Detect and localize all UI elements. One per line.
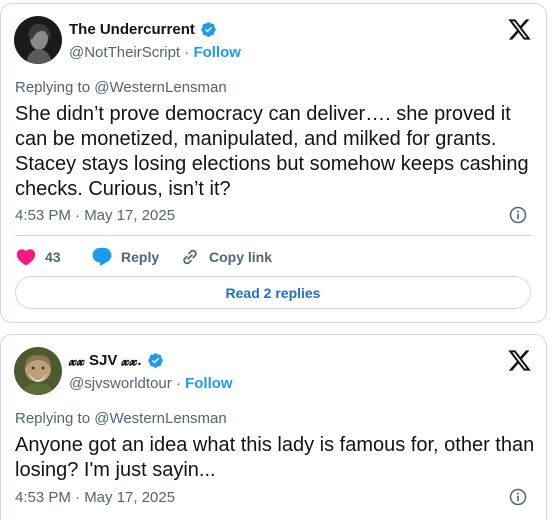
replying-to: Replying to @WesternLensman xyxy=(15,79,227,96)
avatar[interactable] xyxy=(14,16,62,64)
tweet-text: She didn’t prove democracy can deliver….… xyxy=(15,103,529,200)
copy-link-label: Copy link xyxy=(209,249,273,265)
info-icon[interactable] xyxy=(508,205,528,225)
verified-badge-icon xyxy=(201,22,216,37)
link-icon xyxy=(183,249,197,265)
copy-link-button[interactable]: Copy link xyxy=(179,246,272,268)
display-name[interactable]: The Undercurrent xyxy=(69,21,195,38)
timestamp[interactable]: 4:53 PM · May 17, 2025 xyxy=(15,489,175,506)
handle[interactable]: @sjvsworldtour xyxy=(69,375,172,392)
avatar-image xyxy=(14,347,62,395)
handle-row: @NotTheirScript · Follow xyxy=(69,44,241,61)
verified-badge-icon xyxy=(147,353,163,368)
handle[interactable]: @NotTheirScript xyxy=(69,44,180,61)
tweet-card[interactable]: 𝔁𝔁 SJV 𝔁𝔁. @sjvsworldtour · Follow Reply… xyxy=(0,334,547,520)
tweet-card[interactable]: The Undercurrent @NotTheirScript · Follo… xyxy=(0,3,547,323)
timestamp[interactable]: 4:53 PM · May 17, 2025 xyxy=(15,207,175,224)
read-replies-button[interactable]: Read 2 replies xyxy=(15,276,531,309)
tweet-text: Anyone got an idea what this lady is fam… xyxy=(15,434,535,481)
info-icon[interactable] xyxy=(508,487,528,507)
reply-label: Reply xyxy=(121,249,160,265)
x-logo-icon[interactable] xyxy=(507,348,532,373)
replying-to: Replying to @WesternLensman xyxy=(15,410,227,427)
avatar[interactable] xyxy=(14,347,62,395)
separator: · xyxy=(184,44,190,61)
display-name[interactable]: 𝔁𝔁 SJV 𝔁𝔁. xyxy=(69,352,142,369)
reply-icon xyxy=(92,247,112,266)
action-bar: 43 Reply Copy link xyxy=(15,245,272,269)
divider xyxy=(15,235,532,236)
avatar-image xyxy=(14,16,62,64)
like-count: 43 xyxy=(45,249,61,265)
reply-button[interactable]: Reply xyxy=(91,246,179,268)
handle-row: @sjvsworldtour · Follow xyxy=(69,375,233,392)
heart-icon xyxy=(16,249,36,266)
follow-button[interactable]: Follow xyxy=(185,375,233,392)
like-button[interactable]: 43 xyxy=(15,246,91,268)
follow-button[interactable]: Follow xyxy=(193,44,241,61)
author-name-row: 𝔁𝔁 SJV 𝔁𝔁. xyxy=(69,352,164,369)
author-name-row: The Undercurrent xyxy=(69,21,217,38)
separator: · xyxy=(175,375,181,392)
x-logo-icon[interactable] xyxy=(507,17,532,42)
